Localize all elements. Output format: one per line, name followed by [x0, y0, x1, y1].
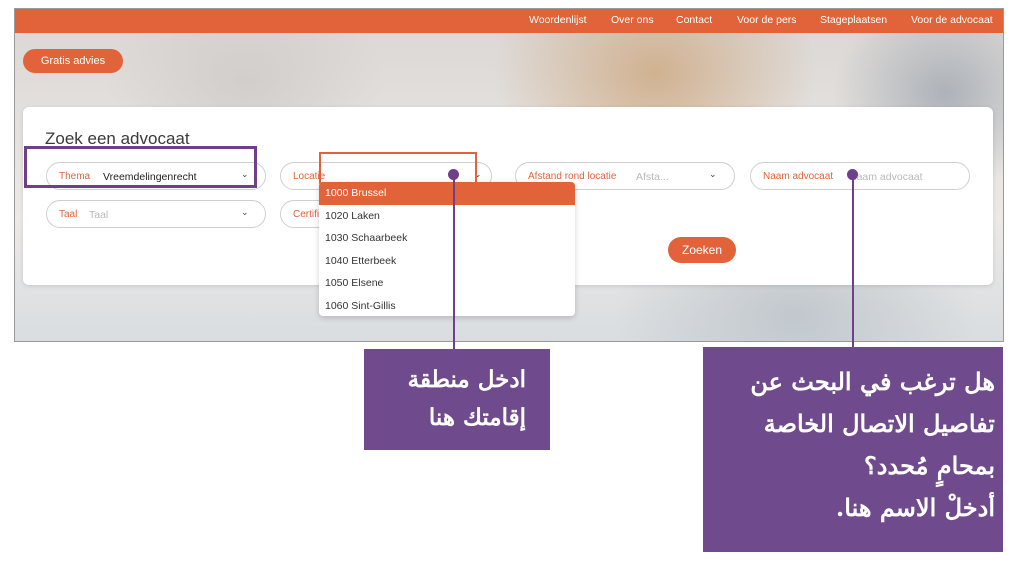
nav-link-over-ons[interactable]: Over ons [611, 14, 654, 26]
locatie-option[interactable]: 1030 Schaarbeek [319, 227, 575, 250]
callout-text-line: أدخلْ الاسم هنا. [835, 493, 995, 522]
name-callout-box: هل ترغب في البحث عن تفاصيل الاتصال الخاص… [703, 347, 1003, 552]
afstand-placeholder: Afsta... [636, 171, 669, 183]
naam-advocaat-input[interactable]: Naam advocaat Naam advocaat [750, 162, 970, 190]
gratis-advies-button[interactable]: Gratis advies [23, 49, 123, 73]
afstand-label: Afstand rond locatie [528, 171, 617, 182]
top-navigation-bar: Woordenlijst Over ons Contact Voor de pe… [15, 9, 1003, 33]
name-callout-line [852, 175, 854, 347]
locatie-option[interactable]: 1000 Brussel [319, 182, 575, 205]
nav-link-contact[interactable]: Contact [676, 14, 712, 26]
locatie-dropdown: 1000 Brussel 1020 Laken 1030 Schaarbeek … [319, 182, 575, 316]
locatie-option[interactable]: 1040 Etterbeek [319, 250, 575, 273]
naam-label: Naam advocaat [763, 171, 834, 182]
zoeken-button[interactable]: Zoeken [668, 237, 736, 263]
locatie-option[interactable]: 1060 Sint-Gillis [319, 295, 575, 317]
taal-placeholder: Taal [89, 209, 109, 221]
nav-link-voor-de-advocaat[interactable]: Voor de advocaat [911, 14, 993, 26]
nav-link-voor-de-pers[interactable]: Voor de pers [737, 14, 797, 26]
naam-placeholder: Naam advocaat [849, 171, 923, 183]
nav-link-stageplaatsen[interactable]: Stageplaatsen [820, 14, 887, 26]
callout-text-line: تفاصيل الاتصال الخاصة [763, 409, 995, 438]
callout-text-line: إقامتك هنا [428, 404, 526, 431]
callout-text-line: ادخل منطقة [407, 366, 526, 393]
chevron-down-icon: ⌄ [709, 169, 717, 179]
chevron-down-icon: ⌄ [241, 207, 249, 217]
taal-label: Taal [59, 209, 78, 220]
taal-select[interactable]: Taal Taal ⌄ [46, 200, 266, 228]
locatie-option[interactable]: 1020 Laken [319, 205, 575, 228]
location-callout-box: ادخل منطقة إقامتك هنا [364, 349, 550, 450]
thema-highlight-box [24, 146, 257, 188]
callout-text-line: بمحامٍ مُحدد؟ [864, 451, 995, 480]
callout-text-line: هل ترغب في البحث عن [750, 367, 995, 396]
nav-link-woordenlijst[interactable]: Woordenlijst [529, 14, 587, 26]
locatie-option[interactable]: 1050 Elsene [319, 272, 575, 295]
location-callout-line [453, 175, 455, 350]
